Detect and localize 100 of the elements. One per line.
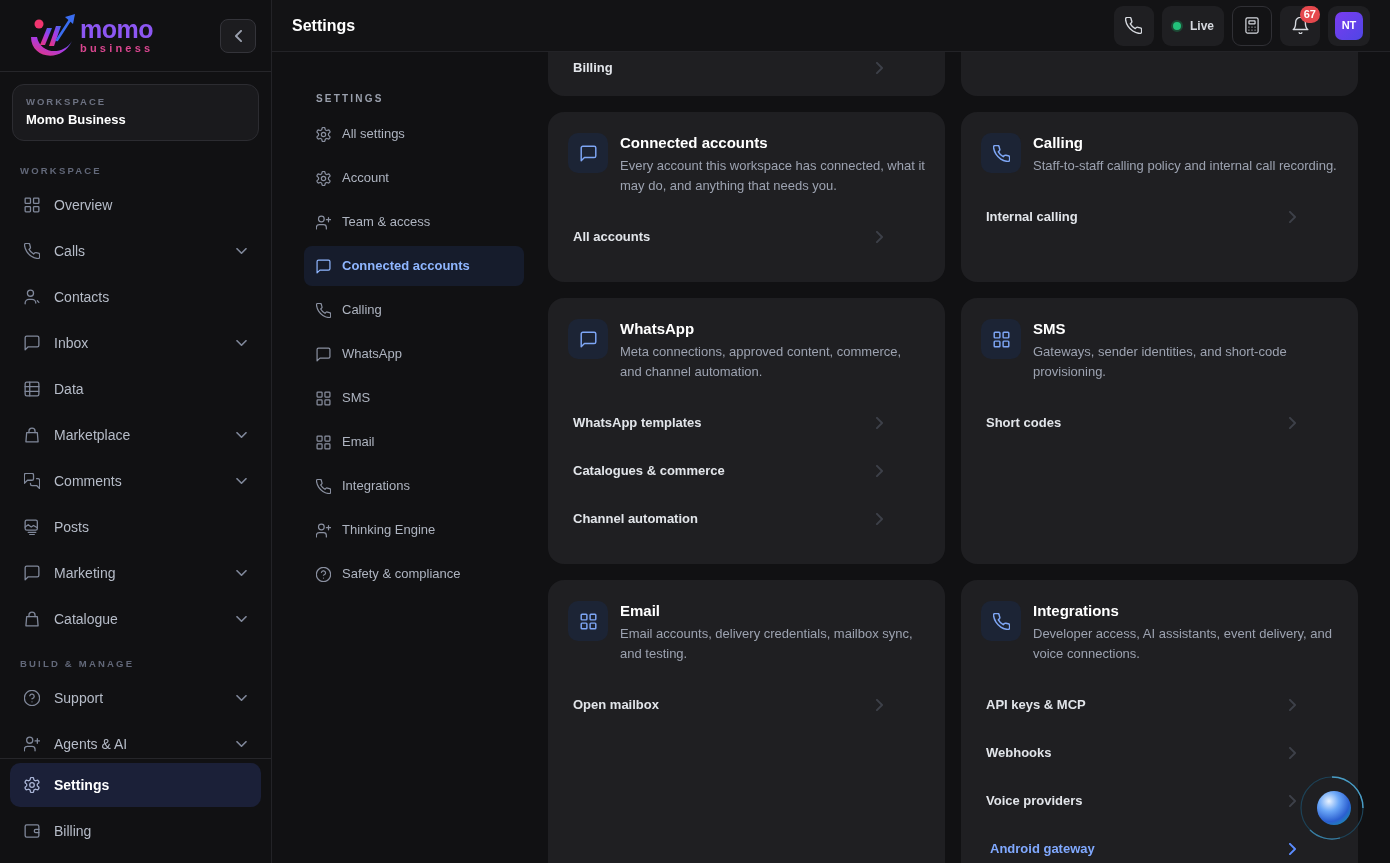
card-title: Connected accounts bbox=[620, 133, 769, 153]
card-title: Calling bbox=[1033, 133, 1084, 153]
card-title: Email bbox=[620, 601, 662, 621]
chevron-right-icon bbox=[1289, 699, 1296, 711]
chevron-down-icon bbox=[236, 741, 247, 747]
settings-link-row[interactable]: All accounts bbox=[568, 213, 885, 261]
settings-link-row[interactable]: Voice providers bbox=[981, 777, 1298, 825]
collapse-sidebar-button[interactable] bbox=[220, 18, 256, 53]
settings-link-row[interactable]: API keys & MCP bbox=[981, 681, 1298, 729]
sidebar-item[interactable]: Overview bbox=[10, 183, 261, 227]
chat-bubble-icon bbox=[24, 335, 40, 351]
settings-nav-item[interactable]: Account bbox=[304, 158, 524, 198]
grid-icon bbox=[316, 434, 331, 450]
settings-icon bbox=[316, 126, 331, 142]
sidebar-item[interactable]: Marketing bbox=[10, 551, 261, 595]
help-icon bbox=[24, 690, 40, 706]
chevron-right-icon bbox=[876, 513, 883, 525]
card-description: Staff-to-staff calling policy and internal call recording. bbox=[1033, 157, 1337, 175]
sidebar-item[interactable]: Catalogue bbox=[10, 597, 261, 641]
wallet-icon bbox=[24, 823, 40, 839]
call-button[interactable] bbox=[1114, 5, 1154, 46]
swoosh-logo-icon bbox=[30, 12, 76, 59]
phone-icon bbox=[1125, 17, 1143, 34]
card-title: SMS bbox=[1033, 319, 1067, 339]
sidebar-item[interactable]: Posts bbox=[10, 505, 261, 549]
phone-icon bbox=[981, 133, 1021, 173]
workspace-name: Momo Business bbox=[26, 112, 127, 128]
chevron-right-icon bbox=[876, 417, 883, 429]
card-description: Meta connections, approved content, commerce, and channel automation. bbox=[620, 343, 903, 381]
settings-link-row[interactable]: Android gateway bbox=[981, 825, 1298, 863]
bag-icon bbox=[24, 427, 40, 443]
chevron-down-icon bbox=[236, 432, 247, 438]
settings-nav-item[interactable]: All settings bbox=[304, 114, 524, 154]
settings-nav-item[interactable]: Integrations bbox=[304, 466, 524, 506]
workspace-card[interactable]: WORKSPACE Momo Business bbox=[12, 84, 259, 141]
settings-nav-item[interactable]: WhatsApp bbox=[304, 334, 524, 374]
notifications-button[interactable]: 67 bbox=[1280, 5, 1320, 46]
calculator-icon bbox=[1244, 17, 1260, 34]
workspace-label: WORKSPACE bbox=[26, 96, 108, 108]
sidebar-item[interactable]: Billing bbox=[10, 809, 261, 853]
settings-link-row[interactable]: Billing bbox=[568, 52, 885, 84]
chevron-down-icon bbox=[236, 248, 247, 254]
chevron-down-icon bbox=[236, 340, 247, 346]
card-title: WhatsApp bbox=[620, 319, 696, 339]
settings-nav-item[interactable]: SMS bbox=[304, 378, 524, 418]
card-description: Every account this workspace has connected, what it may do, and anything that needs you. bbox=[620, 157, 925, 195]
table-icon bbox=[24, 381, 40, 397]
section-label: SETTINGS bbox=[315, 93, 385, 105]
settings-nav-item[interactable]: Safety & compliance bbox=[304, 554, 524, 594]
grid-icon bbox=[24, 197, 40, 213]
chevron-right-icon bbox=[1289, 211, 1296, 223]
chevron-right-icon bbox=[876, 465, 883, 477]
sidebar-item[interactable]: Agents & AI bbox=[10, 722, 261, 758]
card-description: Developer access, AI assistants, event delivery, and voice connections. bbox=[1033, 625, 1333, 663]
live-status-button[interactable]: Live bbox=[1162, 5, 1224, 46]
user-plus-icon bbox=[316, 214, 331, 230]
grid-icon bbox=[981, 319, 1021, 359]
sidebar-item[interactable]: Data bbox=[10, 367, 261, 411]
phone-icon bbox=[24, 243, 40, 259]
chevron-down-icon bbox=[236, 695, 247, 701]
settings-nav-item[interactable]: Calling bbox=[304, 290, 524, 330]
settings-link-row[interactable]: Short codes bbox=[981, 399, 1298, 447]
chat-bubbles-icon bbox=[24, 473, 40, 489]
chevron-right-icon bbox=[876, 231, 883, 243]
settings-link-row[interactable]: Internal calling bbox=[981, 193, 1298, 241]
grid-icon bbox=[568, 601, 608, 641]
settings-nav-item[interactable]: Thinking Engine bbox=[304, 510, 524, 550]
settings-icon bbox=[316, 170, 331, 186]
sidebar-item[interactable]: Support bbox=[10, 676, 261, 720]
chevron-left-icon bbox=[234, 29, 242, 42]
settings-link-row[interactable]: Catalogues & commerce bbox=[568, 447, 885, 495]
calculator-button[interactable] bbox=[1232, 5, 1272, 46]
user-plus-icon bbox=[24, 736, 40, 752]
chevron-right-icon bbox=[1289, 747, 1296, 759]
settings-nav-item[interactable]: Connected accounts bbox=[304, 246, 524, 286]
sidebar-item[interactable]: Comments bbox=[10, 459, 261, 503]
card-title: Integrations bbox=[1033, 601, 1120, 621]
sidebar-item[interactable]: Marketplace bbox=[10, 413, 261, 457]
chevron-down-icon bbox=[236, 616, 247, 622]
sidebar-item[interactable]: Inbox bbox=[10, 321, 261, 365]
chevron-right-icon bbox=[1289, 843, 1296, 855]
settings-link-row[interactable]: Webhooks bbox=[981, 729, 1298, 777]
image-icon bbox=[24, 519, 40, 535]
avatar-button[interactable]: NT bbox=[1328, 5, 1370, 46]
chat-bubble-icon bbox=[568, 133, 608, 173]
chat-bubble-icon bbox=[316, 258, 331, 274]
settings-link-row[interactable]: Channel automation bbox=[568, 495, 885, 543]
assistant-orb-button[interactable] bbox=[1300, 776, 1364, 840]
sidebar-item[interactable]: Calls bbox=[10, 229, 261, 273]
sidebar-item[interactable]: Contacts bbox=[10, 275, 261, 319]
sidebar-item[interactable]: Settings bbox=[10, 763, 261, 807]
phone-icon bbox=[981, 601, 1021, 641]
card-description: Gateways, sender identities, and short-code provisioning. bbox=[1033, 343, 1288, 381]
settings-link-row[interactable]: WhatsApp templates bbox=[568, 399, 885, 447]
chevron-right-icon bbox=[1289, 795, 1296, 807]
settings-nav-item[interactable]: Team & access bbox=[304, 202, 524, 242]
settings-link-row[interactable]: Open mailbox bbox=[568, 681, 885, 729]
user-initials-avatar: NT bbox=[1335, 11, 1363, 40]
page-title: Settings bbox=[292, 15, 356, 36]
settings-nav-item[interactable]: Email bbox=[304, 422, 524, 462]
